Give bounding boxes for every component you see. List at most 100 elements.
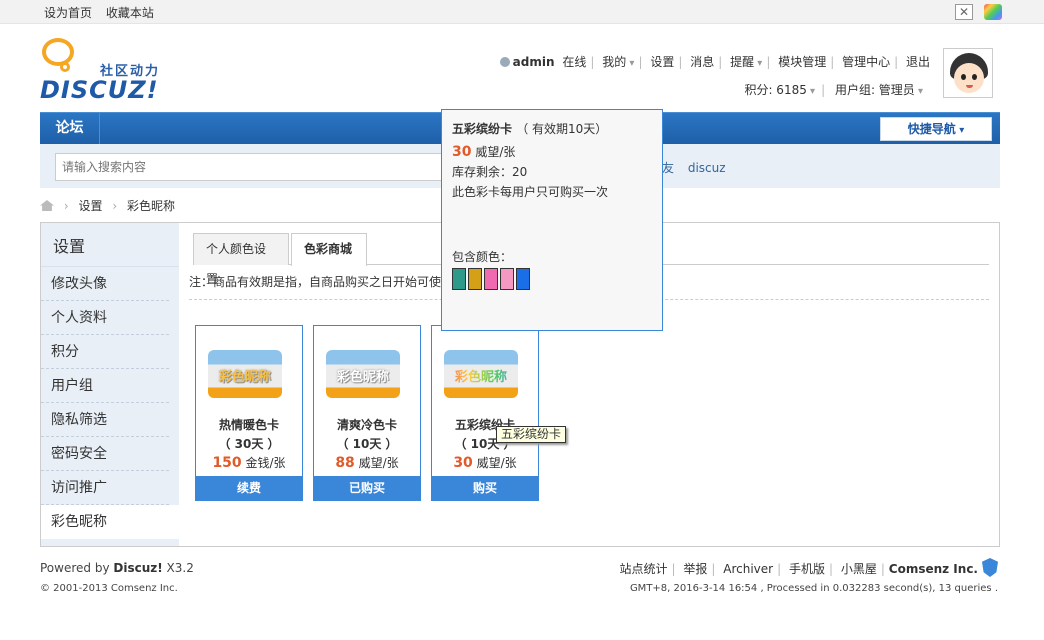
- validity-note: 注：商品有效期是指，自商品购买之日开始可使: [189, 275, 442, 289]
- card-image-label: 彩色昵称: [444, 366, 518, 385]
- user-menu: admin 在线| 我的| 设置| 消息| 提醒| 模块管理| 管理中心| 退出: [499, 53, 934, 70]
- nav-item-forum[interactable]: 论坛: [40, 113, 100, 144]
- footer-link-archiver[interactable]: Archiver: [719, 562, 777, 576]
- popup-price-value: 30: [452, 144, 472, 160]
- quick-nav-button[interactable]: 快捷导航: [880, 117, 992, 141]
- footer-company-link[interactable]: Comsenz Inc.: [889, 562, 978, 576]
- user-group-menu[interactable]: 用户组: 管理员: [829, 83, 929, 97]
- sidebar-title: 设置: [41, 223, 179, 267]
- popup-title: 五彩缤纷卡 （ 有效期10天）: [452, 120, 652, 137]
- user-stats: 积分: 6185| 用户组: 管理员: [738, 81, 929, 98]
- popup-stock: 库存剩余：20: [452, 165, 528, 179]
- sidebar-item-privacy[interactable]: 隐私筛选: [41, 403, 169, 437]
- card-detail-popup: 五彩缤纷卡 （ 有效期10天） 30 威望/张 库存剩余：20 此色彩卡每用户只…: [441, 109, 663, 331]
- username-link[interactable]: admin: [513, 55, 555, 69]
- security-badge-icon[interactable]: [982, 558, 998, 577]
- card-price-value: 88: [335, 455, 355, 471]
- hot-search-link[interactable]: discuz: [688, 161, 726, 175]
- tab-color-shop[interactable]: 色彩商城: [291, 233, 367, 266]
- copyright: © 2001-2013 Comsenz Inc.: [40, 583, 178, 594]
- card-price-value: 150: [212, 455, 242, 471]
- popup-price-unit: 威望/张: [475, 145, 516, 159]
- purchased-button[interactable]: 已购买: [314, 476, 420, 500]
- color-card[interactable]: 彩色昵称 五彩缤纷卡 （ 10天 ） 30 威望/张 购买: [431, 325, 539, 501]
- color-swatch: [452, 268, 466, 290]
- card-price: 88 威望/张: [314, 454, 420, 471]
- color-swatch: [484, 268, 498, 290]
- powered-by: Powered by Discuz! X3.2: [40, 561, 194, 575]
- mine-menu[interactable]: 我的: [598, 55, 638, 69]
- set-homepage-link[interactable]: 设为首页: [44, 6, 92, 20]
- sidebar-item-usergroup[interactable]: 用户组: [41, 369, 169, 403]
- card-days: （ 30天 ）: [218, 437, 280, 451]
- avatar[interactable]: [943, 48, 993, 98]
- card-days: （ 10天 ）: [336, 437, 398, 451]
- logo-bubble-tail: [60, 62, 70, 72]
- card-image-label: 彩色昵称: [336, 370, 389, 385]
- reminders-menu[interactable]: 提醒: [726, 55, 766, 69]
- footer-links: 站点统计 | 举报 | Archiver | 手机版 | 小黑屋 | Comsenz In…: [615, 560, 978, 577]
- color-swatch: [516, 268, 530, 290]
- tab-personal-color[interactable]: 个人颜色设置: [193, 233, 289, 286]
- card-price-unit: 威望/张: [358, 456, 399, 470]
- settings-link[interactable]: 设置: [646, 55, 678, 69]
- top-strip: 设为首页 收藏本站: [0, 0, 1044, 24]
- color-swatch: [468, 268, 482, 290]
- avatar-eye-left: [961, 74, 966, 80]
- online-status[interactable]: 在线: [558, 55, 590, 69]
- avatar-face: [954, 63, 984, 93]
- card-name: 清爽冷色卡: [336, 418, 397, 432]
- card-name: 热情暖色卡: [218, 418, 279, 432]
- sidebar-item-color-nickname[interactable]: 彩色昵称: [41, 505, 179, 539]
- card-image: 彩色昵称: [326, 350, 400, 398]
- footer-link-mobile[interactable]: 手机版: [785, 562, 829, 576]
- sidebar-item-promotion[interactable]: 访问推广: [41, 471, 169, 505]
- card-price-unit: 金钱/张: [245, 456, 286, 470]
- popup-colors-label: 包含颜色：: [452, 250, 513, 264]
- sidebar-item-avatar[interactable]: 修改头像: [41, 267, 169, 301]
- logout-link[interactable]: 退出: [902, 55, 934, 69]
- renew-button[interactable]: 续费: [196, 476, 302, 500]
- sidebar-item-password[interactable]: 密码安全: [41, 437, 169, 471]
- powered-prefix: Powered by: [40, 561, 114, 575]
- site-logo[interactable]: 社区动力 DISCUZ!: [40, 38, 180, 104]
- card-price: 150 金钱/张: [196, 454, 302, 471]
- card-price-value: 30: [453, 455, 473, 471]
- footer-link-blackroom[interactable]: 小黑屋: [837, 562, 881, 576]
- sidebar-item-profile[interactable]: 个人资料: [41, 301, 169, 335]
- popup-validity: （ 有效期10天）: [516, 122, 608, 136]
- breadcrumb-current: 彩色昵称: [126, 199, 175, 213]
- home-icon[interactable]: [40, 200, 54, 211]
- points-menu[interactable]: 积分: 6185: [738, 83, 821, 97]
- module-manage-link[interactable]: 模块管理: [774, 55, 830, 69]
- theme-palette-icon[interactable]: [984, 4, 1002, 20]
- card-image: 彩色昵称: [208, 350, 282, 398]
- color-swatch: [500, 268, 514, 290]
- footer-link-stats[interactable]: 站点统计: [615, 562, 671, 576]
- powered-brand-link[interactable]: Discuz!: [113, 561, 162, 575]
- settings-sidebar: 设置 修改头像 个人资料 积分 用户组 隐私筛选 密码安全 访问推广 彩色昵称: [41, 223, 179, 546]
- card-price: 30 威望/张: [432, 454, 538, 471]
- admin-center-link[interactable]: 管理中心: [838, 55, 894, 69]
- card-price-unit: 威望/张: [476, 456, 517, 470]
- buy-button[interactable]: 购买: [432, 476, 538, 500]
- search-input[interactable]: [55, 153, 455, 181]
- breadcrumb-separator: ›: [63, 199, 69, 213]
- breadcrumb: › 设置 › 彩色昵称: [40, 197, 181, 214]
- breadcrumb-separator: ›: [112, 199, 118, 213]
- footer-link-report[interactable]: 举报: [679, 562, 711, 576]
- powered-version: X3.2: [162, 561, 194, 575]
- color-card[interactable]: 彩色昵称 热情暖色卡 （ 30天 ） 150 金钱/张 续费: [195, 325, 303, 501]
- bookmark-link[interactable]: 收藏本站: [106, 6, 154, 20]
- footer-stats: GMT+8, 2016-3-14 16:54 , Processed in 0.…: [629, 583, 998, 594]
- card-image-label: 彩色昵称: [218, 370, 271, 385]
- sidebar-item-points[interactable]: 积分: [41, 335, 169, 369]
- breadcrumb-settings[interactable]: 设置: [78, 199, 102, 213]
- card-image: 彩色昵称: [444, 350, 518, 398]
- messages-link[interactable]: 消息: [686, 55, 718, 69]
- tooltip: 五彩缤纷卡: [496, 426, 567, 443]
- logo-wordmark: DISCUZ!: [40, 76, 159, 104]
- top-links: 设为首页 收藏本站: [44, 4, 164, 21]
- color-card[interactable]: 彩色昵称 清爽冷色卡 （ 10天 ） 88 威望/张 已购买: [313, 325, 421, 501]
- fullscreen-icon[interactable]: [955, 4, 973, 20]
